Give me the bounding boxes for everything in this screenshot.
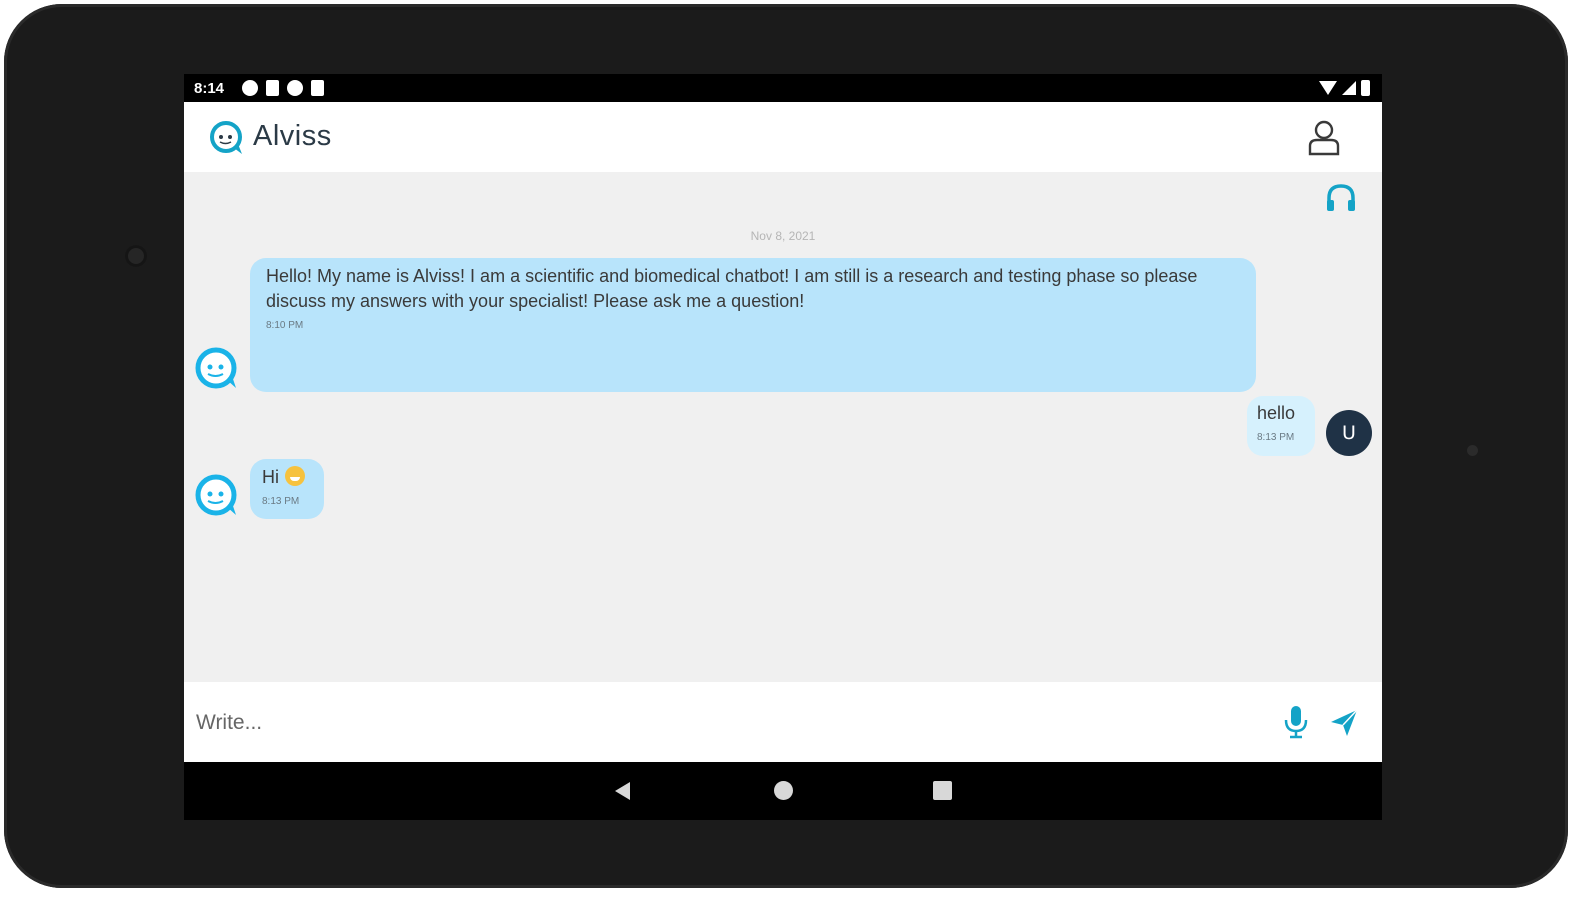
user-message-bubble: hello 8:13 PM	[1247, 396, 1315, 456]
battery-icon	[1361, 80, 1370, 96]
device-screen: 8:14 Alviss Nov 8, 2021 Hello! My name i…	[184, 74, 1382, 820]
user-outline-icon[interactable]	[1304, 118, 1344, 158]
message-time: 8:10 PM	[266, 320, 304, 331]
bot-avatar-icon	[195, 347, 237, 389]
notification-square-icon	[266, 80, 279, 96]
chat-area[interactable]: Nov 8, 2021 Hello! My name is Alviss! I …	[184, 172, 1382, 682]
signal-icon	[1342, 81, 1356, 95]
home-circle-icon[interactable]	[774, 781, 793, 800]
system-nav-bar	[184, 762, 1382, 820]
back-triangle-icon[interactable]	[612, 780, 634, 802]
paper-plane-icon[interactable]	[1329, 708, 1359, 738]
app-title: Alviss	[253, 120, 332, 152]
bot-message-bubble: Hello! My name is Alviss! I am a scienti…	[250, 258, 1256, 392]
wifi-icon	[1319, 81, 1337, 95]
message-time: 8:13 PM	[1257, 432, 1295, 443]
message-text: Hello! My name is Alviss! I am a scienti…	[266, 266, 1198, 311]
recents-square-icon[interactable]	[933, 781, 952, 800]
status-time: 8:14	[194, 80, 225, 97]
front-camera	[125, 245, 147, 267]
composer-bar	[184, 682, 1382, 762]
proximity-sensor	[1467, 445, 1478, 456]
notification-icons	[242, 80, 324, 96]
app-header: Alviss	[184, 102, 1382, 172]
message-time: 8:13 PM	[262, 496, 300, 507]
system-indicators	[1319, 80, 1370, 96]
message-text: Hi	[262, 467, 279, 487]
grinning-emoji-icon	[285, 466, 305, 486]
sd-card-icon	[311, 80, 324, 96]
microphone-icon[interactable]	[1281, 704, 1311, 740]
message-input[interactable]	[194, 702, 1258, 744]
notification-a-icon	[242, 80, 258, 96]
message-text: hello	[1257, 403, 1296, 423]
status-bar: 8:14	[184, 74, 1382, 102]
date-separator: Nov 8, 2021	[750, 229, 816, 243]
notification-p-icon	[287, 80, 303, 96]
bot-avatar-icon	[195, 474, 237, 516]
bot-message-bubble: Hi 8:13 PM	[250, 459, 324, 519]
chat-bubble-face-icon	[210, 121, 242, 154]
headset-icon[interactable]	[1324, 182, 1358, 216]
user-avatar: U	[1326, 410, 1372, 456]
message-text-row: Hi	[262, 465, 312, 490]
